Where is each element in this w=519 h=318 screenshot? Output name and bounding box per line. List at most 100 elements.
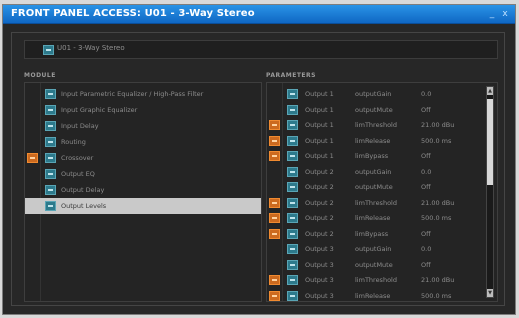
parameter-output: Output 1 xyxy=(305,90,334,98)
parameter-value: 21.00 dBu xyxy=(421,121,455,129)
title-bar[interactable]: FRONT PANEL ACCESS: U01 - 3-Way Stereo _… xyxy=(3,5,515,24)
module-label: Routing xyxy=(61,138,86,146)
enabled-checkbox-icon[interactable] xyxy=(287,89,298,99)
front-panel-access-window: FRONT PANEL ACCESS: U01 - 3-Way Stereo _… xyxy=(2,4,516,315)
module-label: Output Delay xyxy=(61,186,105,194)
module-label: Output Levels xyxy=(61,202,107,210)
enabled-checkbox-icon[interactable] xyxy=(287,135,298,146)
enabled-checkbox-icon[interactable] xyxy=(287,151,298,161)
module-label: Input Graphic Equalizer xyxy=(61,106,138,114)
preset-checkbox-icon[interactable] xyxy=(43,45,54,55)
parameter-value: 0.0 xyxy=(421,245,432,253)
locked-checkbox-icon[interactable] xyxy=(27,153,38,163)
parameter-output: Output 2 xyxy=(305,183,334,191)
module-row[interactable]: Output Levels xyxy=(25,198,261,214)
parameter-value: 500.0 ms xyxy=(421,136,452,145)
enabled-checkbox-icon[interactable] xyxy=(287,275,298,285)
locked-checkbox-icon[interactable] xyxy=(269,290,280,301)
parameter-param: limThreshold xyxy=(355,198,397,207)
preset-bar: U01 - 3-Way Stereo xyxy=(24,40,498,59)
parameter-value: 0.0 xyxy=(421,167,432,176)
locked-checkbox-icon[interactable] xyxy=(269,151,280,161)
parameter-row[interactable]: Output 2 outputMute Off xyxy=(267,179,485,195)
module-label: Input Parametric Equalizer / High-Pass F… xyxy=(61,90,204,98)
parameter-value: 21.00 dBu xyxy=(421,276,455,284)
enabled-checkbox-icon[interactable] xyxy=(287,120,298,130)
parameter-row[interactable]: Output 3 outputMute Off xyxy=(267,257,485,273)
locked-checkbox-icon[interactable] xyxy=(269,213,280,223)
parameter-param: limThreshold xyxy=(355,276,397,284)
parameter-row[interactable]: Output 2 limBypass Off xyxy=(267,226,485,242)
parameter-param: limBypass xyxy=(355,152,389,160)
enabled-checkbox-icon[interactable] xyxy=(287,197,298,208)
locked-checkbox-icon[interactable] xyxy=(269,197,280,208)
parameter-row[interactable]: Output 3 limRelease 500.0 ms xyxy=(267,288,485,304)
enabled-checkbox-icon[interactable] xyxy=(45,185,56,195)
enabled-checkbox-icon[interactable] xyxy=(287,244,298,254)
parameter-value: Off xyxy=(421,229,431,238)
enabled-checkbox-icon[interactable] xyxy=(287,213,298,223)
close-button[interactable]: x xyxy=(500,9,510,19)
scroll-up-arrow-icon[interactable]: ▲ xyxy=(487,87,493,95)
enabled-checkbox-icon[interactable] xyxy=(45,137,56,147)
module-label: Input Delay xyxy=(61,122,99,130)
parameter-value: 500.0 ms xyxy=(421,214,452,222)
enabled-checkbox-icon[interactable] xyxy=(45,89,56,99)
parameter-output: Output 3 xyxy=(305,291,334,300)
module-row[interactable]: Output Delay xyxy=(25,182,261,198)
parameter-output: Output 1 xyxy=(305,121,334,129)
enabled-checkbox-icon[interactable] xyxy=(45,121,56,131)
module-label: Output EQ xyxy=(61,170,95,178)
parameter-row[interactable]: Output 1 outputMute Off xyxy=(267,102,485,118)
enabled-checkbox-icon[interactable] xyxy=(287,166,298,177)
parameter-row[interactable]: Output 3 limThreshold 21.00 dBu xyxy=(267,272,485,288)
parameter-scrollbar[interactable]: ▲ ▼ xyxy=(486,86,494,298)
parameter-param: outputGain xyxy=(355,245,392,253)
minimize-button[interactable]: _ xyxy=(487,9,497,19)
parameter-param: limThreshold xyxy=(355,121,397,129)
enabled-checkbox-icon[interactable] xyxy=(287,228,298,239)
parameter-row[interactable]: Output 2 limThreshold 21.00 dBu xyxy=(267,195,485,211)
enabled-checkbox-icon[interactable] xyxy=(287,290,298,301)
module-row[interactable]: Crossover xyxy=(25,150,261,166)
module-label: Crossover xyxy=(61,154,94,162)
locked-checkbox-icon[interactable] xyxy=(269,228,280,239)
enabled-checkbox-icon[interactable] xyxy=(45,201,56,211)
parameter-row[interactable]: Output 1 limThreshold 21.00 dBu xyxy=(267,117,485,133)
parameter-row[interactable]: Output 1 limBypass Off xyxy=(267,148,485,164)
parameter-param: limRelease xyxy=(355,136,391,145)
module-row[interactable]: Input Parametric Equalizer / High-Pass F… xyxy=(25,86,261,102)
enabled-checkbox-icon[interactable] xyxy=(287,259,298,270)
parameter-param: outputMute xyxy=(355,183,393,191)
parameter-value: Off xyxy=(421,183,431,191)
parameter-param: outputMute xyxy=(355,260,393,269)
module-header: MODULE xyxy=(24,72,56,79)
module-row[interactable]: Routing xyxy=(25,134,261,150)
enabled-checkbox-icon[interactable] xyxy=(287,182,298,192)
locked-checkbox-icon[interactable] xyxy=(269,135,280,146)
module-row[interactable]: Input Graphic Equalizer xyxy=(25,102,261,118)
locked-checkbox-icon[interactable] xyxy=(269,275,280,285)
scroll-thumb[interactable] xyxy=(487,99,493,185)
module-row[interactable]: Input Delay xyxy=(25,118,261,134)
parameter-value: Off xyxy=(421,105,431,114)
parameter-param: outputGain xyxy=(355,167,392,176)
parameter-output: Output 1 xyxy=(305,105,334,114)
parameter-value: Off xyxy=(421,260,431,269)
parameter-value: 500.0 ms xyxy=(421,291,452,300)
window-title: FRONT PANEL ACCESS: U01 - 3-Way Stereo xyxy=(11,8,255,19)
parameter-output: Output 2 xyxy=(305,229,334,238)
module-row[interactable]: Output EQ xyxy=(25,166,261,182)
enabled-checkbox-icon[interactable] xyxy=(45,105,56,115)
parameter-row[interactable]: Output 1 limRelease 500.0 ms xyxy=(267,133,485,149)
scroll-down-arrow-icon[interactable]: ▼ xyxy=(487,289,493,297)
enabled-checkbox-icon[interactable] xyxy=(45,153,56,163)
parameter-row[interactable]: Output 2 limRelease 500.0 ms xyxy=(267,210,485,226)
parameter-row[interactable]: Output 1 outputGain 0.0 xyxy=(267,86,485,102)
parameter-row[interactable]: Output 3 outputGain 0.0 xyxy=(267,241,485,257)
enabled-checkbox-icon[interactable] xyxy=(45,169,56,179)
locked-checkbox-icon[interactable] xyxy=(269,120,280,130)
parameter-row[interactable]: Output 2 outputGain 0.0 xyxy=(267,164,485,180)
enabled-checkbox-icon[interactable] xyxy=(287,104,298,115)
parameter-param: outputGain xyxy=(355,90,392,98)
